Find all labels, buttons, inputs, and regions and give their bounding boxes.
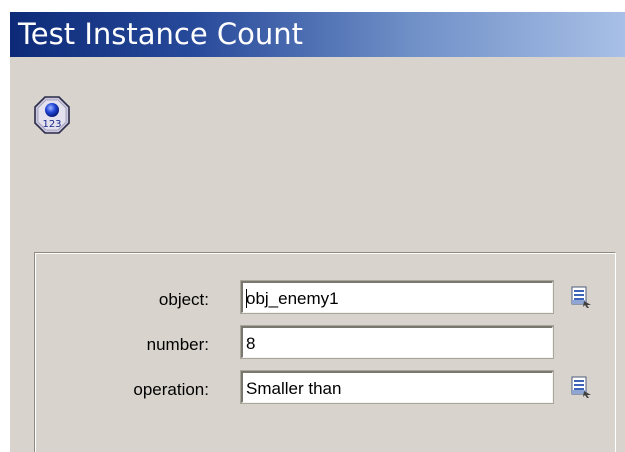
object-value: obj_enemy1	[246, 289, 339, 308]
number-label: number:	[146, 335, 209, 354]
number-value: 8	[246, 334, 256, 353]
object-browse-menu-icon[interactable]	[569, 285, 593, 309]
object-field[interactable]: obj_enemy1	[240, 280, 554, 314]
dialog-title: Test Instance Count	[18, 17, 304, 51]
arguments-panel: object: obj_enemy1 number: 8 operation: …	[34, 252, 616, 452]
operation-field[interactable]: Smaller than	[240, 370, 554, 404]
operation-label: operation:	[133, 380, 209, 399]
test-instance-count-dialog: Test Instance Count 123 object: obj_enem…	[10, 12, 625, 452]
object-label: object:	[158, 290, 209, 309]
instance-count-icon: 123	[34, 96, 70, 134]
operation-browse-menu-icon[interactable]	[569, 375, 593, 399]
title-bar: Test Instance Count	[10, 12, 625, 57]
operation-value: Smaller than	[246, 379, 342, 398]
number-field[interactable]: 8	[240, 325, 554, 359]
icon-label: 123	[42, 119, 61, 130]
